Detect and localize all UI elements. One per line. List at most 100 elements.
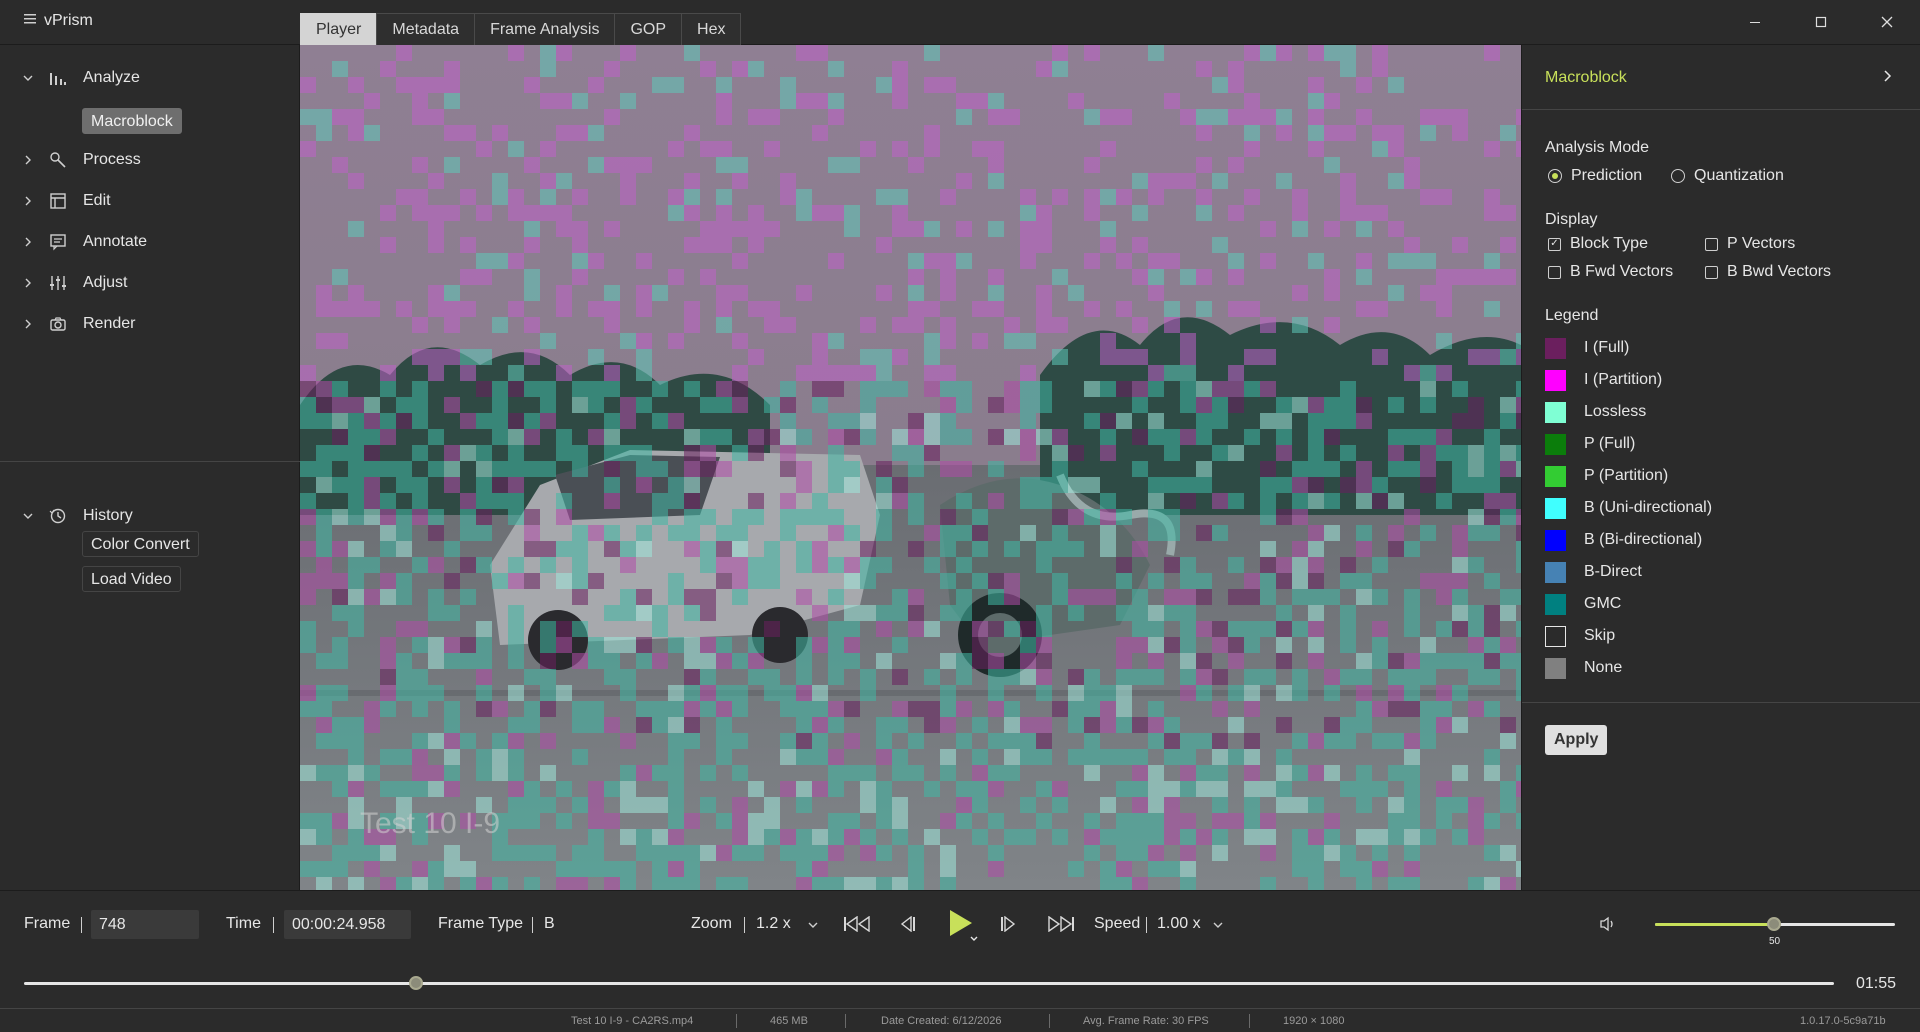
history-item-color-convert[interactable]: Color Convert	[82, 531, 199, 557]
legend-label: B-Direct	[1584, 563, 1642, 580]
nav-history[interactable]: History	[0, 501, 300, 531]
legend-swatch	[1545, 593, 1566, 615]
legend-item: None	[1545, 656, 1622, 680]
status-file-name: Test 10 I-9 - CA2RS.mp4	[571, 1015, 694, 1027]
layout-icon	[48, 191, 68, 211]
collapse-panel-chevron-icon[interactable]	[1884, 69, 1892, 87]
volume-icon	[1600, 916, 1613, 932]
camera-icon	[48, 314, 68, 334]
macroblock-panel: Macroblock Analysis Mode Prediction Quan…	[1521, 45, 1920, 890]
zoom-value[interactable]: 1.2 x	[756, 915, 791, 933]
macroblock-chip[interactable]: Macroblock	[82, 108, 182, 134]
speed-dropdown-chevron-icon[interactable]	[1211, 918, 1225, 932]
legend-item: Skip	[1545, 624, 1615, 648]
maximize-button[interactable]	[1788, 0, 1854, 44]
checkbox-b-fwd-vectors[interactable]: B Fwd Vectors	[1548, 263, 1673, 281]
legend-swatch	[1545, 497, 1566, 519]
radio-quantization[interactable]: Quantization	[1671, 167, 1784, 185]
nav-render[interactable]: Render	[0, 309, 300, 339]
chevron-right-icon	[22, 319, 34, 329]
nav-analyze-label: Analyze	[83, 69, 140, 86]
radio-prediction[interactable]: Prediction	[1548, 167, 1642, 185]
tab-gop[interactable]: GOP	[614, 13, 683, 45]
speed-value[interactable]: 1.00 x	[1157, 915, 1201, 933]
checkbox-b-bwd-vectors-label: B Bwd Vectors	[1727, 263, 1832, 280]
frame-input[interactable]: 748	[91, 910, 199, 939]
volume-slider-fill	[1655, 923, 1775, 926]
checkbox-block-type[interactable]: ✓ Block Type	[1548, 235, 1648, 253]
tab-frame-analysis[interactable]: Frame Analysis	[474, 13, 616, 45]
app-title: vPrism	[44, 12, 93, 29]
time-input[interactable]: 00:00:24.958	[284, 910, 411, 939]
legend-label: I (Partition)	[1584, 371, 1663, 388]
comment-icon	[48, 232, 68, 252]
skip-to-end-button[interactable]	[1045, 908, 1077, 940]
zoom-label: Zoom	[691, 915, 732, 932]
main-tabs: Player Metadata Frame Analysis GOP Hex	[300, 13, 742, 45]
legend-item: B-Direct	[1545, 560, 1642, 584]
playback-controls: Frame 748 Time 00:00:24.958 Frame Type B…	[0, 890, 1920, 1010]
sliders-icon	[48, 273, 68, 293]
hamburger-menu-icon[interactable]	[24, 12, 38, 30]
history-item-load-video[interactable]: Load Video	[82, 566, 181, 592]
step-forward-button[interactable]	[992, 908, 1024, 940]
step-back-icon	[900, 916, 915, 932]
play-button[interactable]	[940, 905, 980, 943]
minimize-icon	[1750, 22, 1760, 23]
legend-label: I (Full)	[1584, 339, 1630, 356]
tab-metadata[interactable]: Metadata	[376, 13, 476, 45]
legend-swatch	[1545, 401, 1566, 423]
legend-item: B (Bi-directional)	[1545, 528, 1702, 552]
nav-adjust[interactable]: Adjust	[0, 268, 300, 298]
nav-annotate-label: Annotate	[83, 233, 148, 250]
legend-item: I (Full)	[1545, 336, 1629, 360]
panel-title: Macroblock	[1545, 69, 1627, 86]
checkbox-b-bwd-vectors[interactable]: B Bwd Vectors	[1705, 263, 1831, 281]
chevron-right-icon	[22, 155, 34, 165]
legend-label: Skip	[1584, 627, 1616, 644]
frame-label: Frame	[24, 915, 71, 932]
status-version: 1.0.17.0-5c9a71b	[1800, 1015, 1886, 1027]
tab-player[interactable]: Player	[300, 13, 378, 45]
nav-edit[interactable]: Edit	[0, 186, 300, 216]
nav-analyze[interactable]: Analyze	[0, 63, 300, 93]
chevron-down-icon	[22, 513, 34, 519]
video-viewport[interactable]: Test 10 I-9	[300, 45, 1521, 890]
legend-label: None	[1584, 659, 1623, 676]
skip-to-end-icon	[1048, 916, 1074, 932]
time-label: Time	[226, 915, 261, 932]
seek-bar-thumb[interactable]	[408, 976, 423, 990]
status-separator	[1049, 1014, 1050, 1028]
step-forward-icon	[1001, 916, 1016, 932]
separator	[81, 917, 82, 933]
legend-label: B (Bi-directional)	[1584, 531, 1703, 548]
legend-item: I (Partition)	[1545, 368, 1662, 392]
volume-slider-thumb[interactable]	[1767, 917, 1781, 931]
zoom-dropdown-chevron-icon[interactable]	[806, 918, 820, 932]
legend-item: P (Partition)	[1545, 464, 1668, 488]
step-back-button[interactable]	[892, 908, 924, 940]
close-button[interactable]	[1854, 0, 1920, 44]
play-icon	[950, 910, 978, 941]
separator	[1146, 917, 1147, 933]
legend-label: Lossless	[1584, 403, 1647, 420]
skip-to-start-button[interactable]	[841, 908, 873, 940]
checkbox-p-vectors-label: P Vectors	[1727, 235, 1796, 252]
nav-edit-label: Edit	[83, 192, 111, 209]
nav-annotate[interactable]: Annotate	[0, 227, 300, 257]
volume-button[interactable]	[1592, 908, 1624, 940]
panel-divider	[1522, 109, 1920, 110]
bar-chart-icon	[48, 68, 68, 88]
frame-type-label: Frame Type	[438, 915, 524, 932]
nav-process[interactable]: Process	[0, 145, 300, 175]
apply-button[interactable]: Apply	[1545, 725, 1608, 755]
seek-bar[interactable]	[24, 982, 1834, 985]
minimize-button[interactable]	[1722, 0, 1788, 44]
legend-swatch	[1545, 465, 1566, 487]
maximize-icon	[1815, 16, 1827, 28]
legend-swatch	[1545, 561, 1566, 583]
tab-hex[interactable]: Hex	[681, 13, 742, 45]
checkbox-p-vectors[interactable]: P Vectors	[1705, 235, 1795, 253]
legend-swatch	[1545, 369, 1566, 391]
legend-swatch	[1545, 337, 1566, 359]
